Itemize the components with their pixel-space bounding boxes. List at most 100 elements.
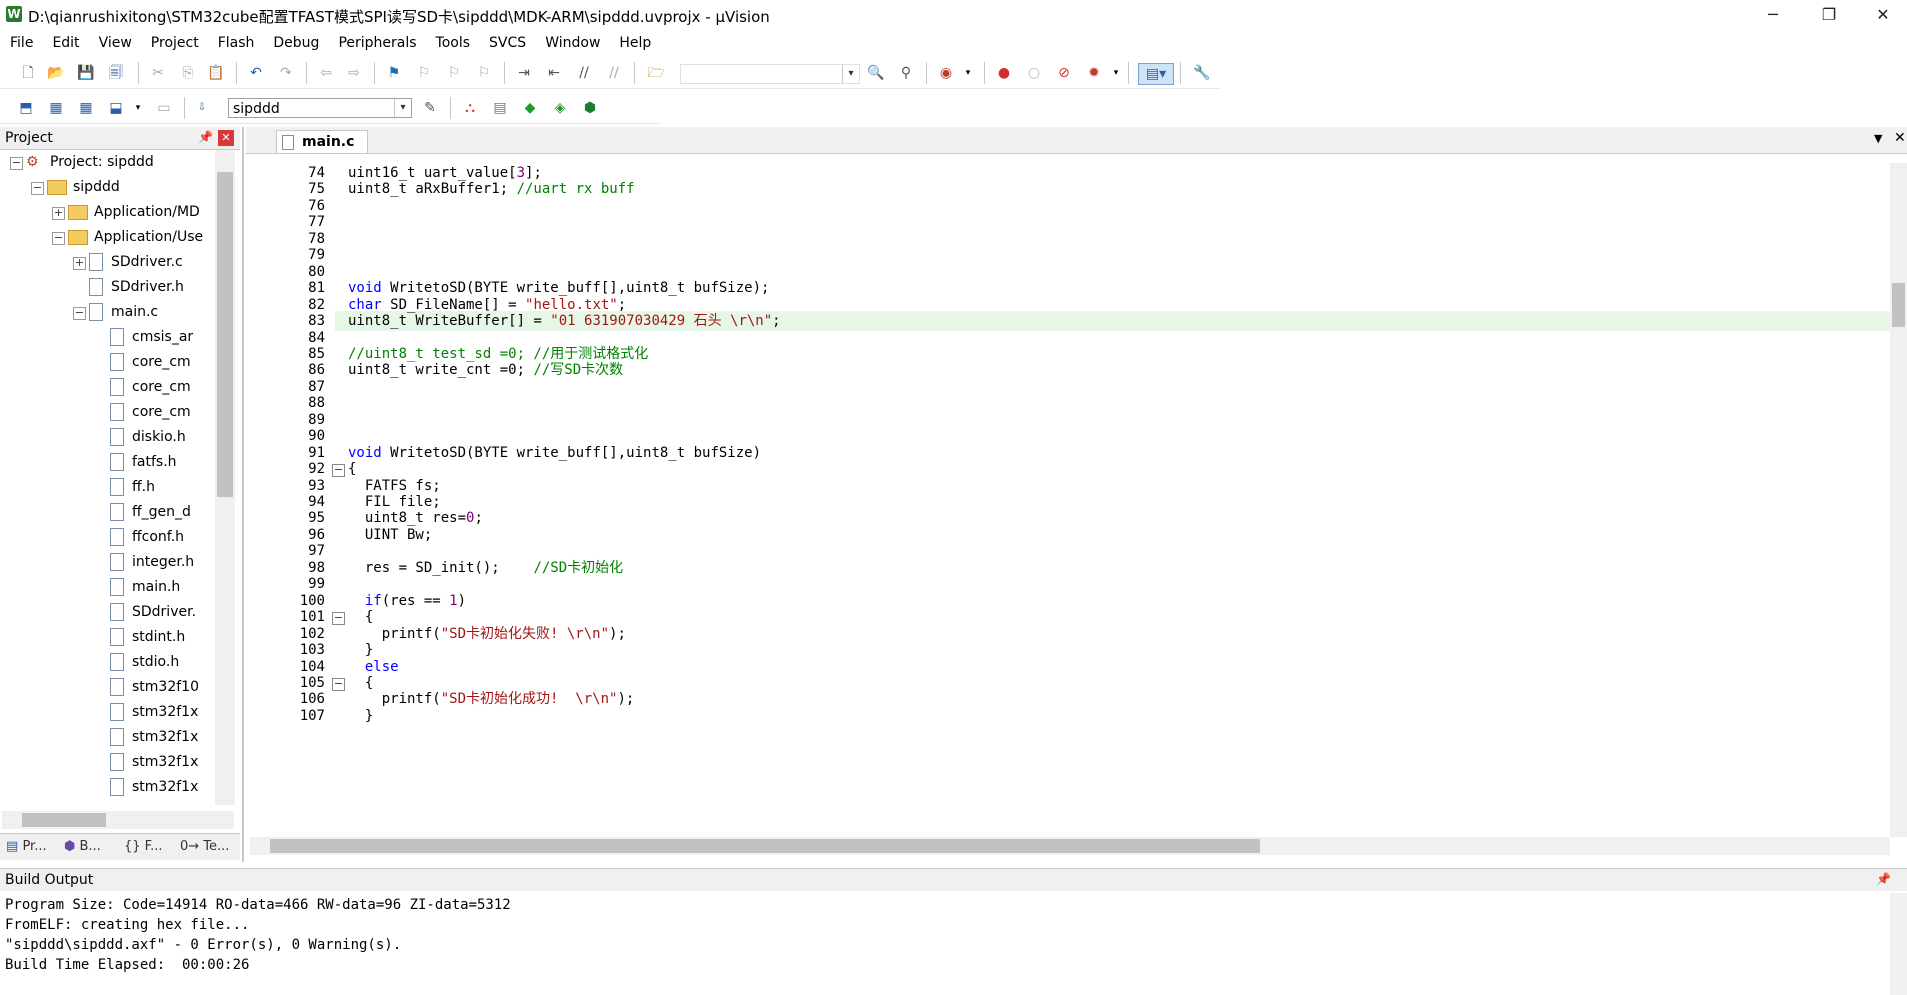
project-vertical-scroll-thumb[interactable] bbox=[217, 172, 233, 497]
tree-item[interactable]: + Application/MD bbox=[52, 200, 200, 225]
tree-item[interactable]: stm32f10 bbox=[110, 675, 199, 700]
tree-item[interactable]: − main.c bbox=[73, 300, 158, 325]
manage-project-items-icon[interactable]: ⛬ bbox=[460, 98, 480, 118]
tree-item[interactable]: main.h bbox=[110, 575, 180, 600]
minimize-button[interactable]: ─ bbox=[1750, 0, 1796, 30]
batch-build-icon[interactable]: ⬓ bbox=[106, 98, 126, 118]
tree-item[interactable]: stdint.h bbox=[110, 625, 185, 650]
find-in-files-icon[interactable]: 🗁 bbox=[646, 63, 666, 83]
tab-main-c[interactable]: main.c bbox=[276, 130, 368, 153]
find-combo[interactable]: ▾ bbox=[680, 64, 860, 84]
menu-view[interactable]: View bbox=[89, 32, 141, 54]
menu-tools[interactable]: Tools bbox=[426, 32, 480, 54]
expand-icon[interactable]: + bbox=[73, 257, 86, 270]
chevron-down-icon[interactable]: ▾ bbox=[394, 99, 411, 117]
rebuild-icon[interactable]: ▦ bbox=[76, 98, 96, 118]
undo-icon[interactable]: ↶ bbox=[246, 63, 266, 83]
menu-window[interactable]: Window bbox=[535, 32, 609, 54]
target-options-icon[interactable]: ✎ bbox=[420, 98, 440, 118]
translate-icon[interactable]: ⬒ bbox=[16, 98, 36, 118]
tree-item[interactable]: diskio.h bbox=[110, 425, 186, 450]
download-load-icon[interactable]: ⇩ bbox=[192, 98, 212, 118]
restore-button[interactable]: ❐ bbox=[1806, 0, 1852, 30]
open-file-icon[interactable]: 📂 bbox=[46, 63, 66, 83]
next-bookmark-icon[interactable]: ⚐ bbox=[444, 63, 464, 83]
menu-file[interactable]: File bbox=[0, 32, 42, 54]
tab-books[interactable]: ⬢ B... bbox=[64, 837, 101, 857]
tree-item[interactable]: SDdriver.h bbox=[89, 275, 184, 300]
tree-item[interactable]: core_cm bbox=[110, 375, 191, 400]
build-output-scrollbar[interactable] bbox=[1890, 893, 1907, 995]
menu-project[interactable]: Project bbox=[141, 32, 208, 54]
collapse-icon[interactable]: − bbox=[73, 307, 86, 320]
tab-templates[interactable]: 0→ Te... bbox=[180, 837, 229, 857]
tab-project[interactable]: ▤ Pr... bbox=[6, 837, 47, 857]
tree-item[interactable]: core_cm bbox=[110, 350, 191, 375]
menu-peripherals[interactable]: Peripherals bbox=[328, 32, 425, 54]
pack-installer-icon[interactable]: ⬢ bbox=[580, 98, 600, 118]
editor-vertical-scroll-thumb[interactable] bbox=[1892, 283, 1905, 327]
chevron-down-icon[interactable]: ▾ bbox=[1106, 63, 1126, 83]
chevron-down-icon[interactable]: ▾ bbox=[958, 63, 978, 83]
cut-icon[interactable]: ✂ bbox=[148, 63, 168, 83]
tree-item[interactable]: fatfs.h bbox=[110, 450, 177, 475]
navigate-forward-icon[interactable]: ⇨ bbox=[344, 63, 364, 83]
close-icon[interactable]: ✕ bbox=[1894, 130, 1906, 146]
code-editor[interactable]: uint16_t uart_value[3]; uint8_t aRxBuffer… bbox=[335, 163, 1890, 837]
bookmark-icon[interactable]: ⚑ bbox=[384, 63, 404, 83]
incremental-find-icon[interactable]: ⚲ bbox=[896, 63, 916, 83]
manage-multi-project-icon[interactable]: ▤ bbox=[490, 98, 510, 118]
build-icon[interactable]: ▦ bbox=[46, 98, 66, 118]
tree-item[interactable]: ff_gen_d bbox=[110, 500, 191, 525]
close-button[interactable]: ✕ bbox=[1860, 0, 1906, 30]
project-horizontal-scroll-thumb[interactable] bbox=[22, 813, 106, 827]
navigate-back-icon[interactable]: ⇦ bbox=[316, 63, 336, 83]
find-icon[interactable]: 🔍 bbox=[866, 63, 886, 83]
clear-bookmarks-icon[interactable]: ⚐ bbox=[474, 63, 494, 83]
tree-item[interactable]: ff.h bbox=[110, 475, 155, 500]
target-select[interactable]: sipddd ▾ bbox=[228, 98, 412, 118]
tree-item[interactable]: stm32f1x bbox=[110, 750, 198, 775]
tree-item[interactable]: stm32f1x bbox=[110, 725, 198, 750]
save-all-icon[interactable]: 🗐 bbox=[106, 63, 126, 83]
disable-breakpoints-icon[interactable]: ⊘ bbox=[1054, 63, 1074, 83]
new-file-icon[interactable]: 🗋 bbox=[18, 63, 38, 83]
menu-debug[interactable]: Debug bbox=[263, 32, 328, 54]
menu-help[interactable]: Help bbox=[609, 32, 660, 54]
manage-run-time-env-icon[interactable]: ◆ bbox=[520, 98, 540, 118]
debug-session-icon[interactable]: ◉ bbox=[936, 63, 956, 83]
pin-icon[interactable]: 📌 bbox=[1876, 872, 1891, 886]
tree-item[interactable]: − Application/Use bbox=[52, 225, 203, 250]
chevron-down-icon[interactable]: ▼ bbox=[1874, 132, 1882, 145]
enable-breakpoint-icon[interactable]: ○ bbox=[1024, 63, 1044, 83]
menu-edit[interactable]: Edit bbox=[42, 32, 88, 54]
expand-icon[interactable]: + bbox=[52, 207, 65, 220]
window-layout-icon[interactable]: ▤▾ bbox=[1138, 63, 1174, 85]
editor-horizontal-scroll-thumb[interactable] bbox=[270, 839, 1260, 853]
unindent-icon[interactable]: ⇤ bbox=[544, 63, 564, 83]
tree-item[interactable]: − ⚙ Project: sipddd bbox=[10, 150, 154, 175]
redo-icon[interactable]: ↷ bbox=[276, 63, 296, 83]
tab-functions[interactable]: {} F... bbox=[124, 837, 162, 857]
collapse-icon[interactable]: − bbox=[52, 232, 65, 245]
kill-breakpoints-icon[interactable]: ✹ bbox=[1084, 63, 1104, 83]
stop-build-icon[interactable]: ▭ bbox=[154, 98, 174, 118]
menu-flash[interactable]: Flash bbox=[208, 32, 264, 54]
tree-item[interactable]: stm32f1x bbox=[110, 775, 198, 800]
tree-item[interactable]: + SDdriver.c bbox=[73, 250, 183, 275]
tree-item[interactable]: stm32f1x bbox=[110, 700, 198, 725]
select-software-packs-icon[interactable]: ◈ bbox=[550, 98, 570, 118]
indent-icon[interactable]: ⇥ bbox=[514, 63, 534, 83]
collapse-icon[interactable]: − bbox=[31, 182, 44, 195]
tree-item[interactable]: SDdriver. bbox=[110, 600, 196, 625]
tree-item[interactable]: integer.h bbox=[110, 550, 194, 575]
chevron-down-icon[interactable]: ▾ bbox=[842, 65, 859, 83]
collapse-icon[interactable]: − bbox=[10, 157, 23, 170]
tree-item[interactable]: cmsis_ar bbox=[110, 325, 193, 350]
chevron-down-icon[interactable]: ▾ bbox=[128, 98, 148, 118]
configure-wrench-icon[interactable]: 🔧 bbox=[1192, 63, 1212, 83]
pin-icon[interactable]: 📌 bbox=[198, 130, 213, 144]
tree-item[interactable]: stdio.h bbox=[110, 650, 179, 675]
copy-icon[interactable]: ⎘ bbox=[178, 63, 198, 83]
prev-bookmark-icon[interactable]: ⚐ bbox=[414, 63, 434, 83]
